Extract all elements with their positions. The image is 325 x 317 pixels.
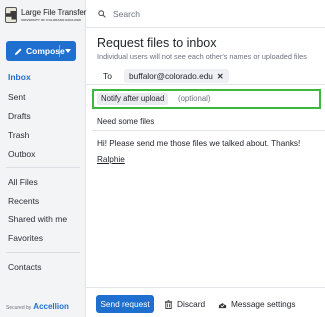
sidebar-divider [6, 167, 80, 168]
sidebar-item-trash[interactable]: Trash [0, 127, 86, 143]
search-input[interactable]: Search [113, 9, 140, 19]
recipient-email: buffalor@colorado.edu [129, 71, 213, 81]
sidebar-divider [6, 252, 80, 253]
search-icon [98, 10, 106, 18]
notify-after-upload-button[interactable]: Notify after upload [97, 93, 169, 105]
sidebar-item-contacts[interactable]: Contacts [0, 259, 86, 275]
cu-logo-icon [5, 7, 17, 23]
signature-text[interactable]: Ralphie [97, 155, 125, 164]
sidebar: Large File Transfer UNIVERSITY OF COLORA… [0, 0, 86, 317]
discard-label: Discard [177, 299, 206, 309]
message-settings-button[interactable]: Message settings [218, 295, 296, 313]
accellion-logo: Accellion [33, 302, 69, 311]
page-subtitle: Individual users will not see each other… [97, 52, 307, 61]
sidebar-item-favorites[interactable]: Favorites [0, 230, 86, 246]
settings-icon [218, 302, 227, 308]
brand-title: Large File Transfer [21, 8, 87, 17]
chevron-down-icon[interactable] [65, 49, 71, 53]
sidebar-item-recents[interactable]: Recents [0, 193, 86, 209]
subject-field[interactable]: Need some files [97, 117, 154, 126]
close-icon[interactable]: ✕ [217, 72, 224, 81]
discard-button[interactable]: Discard [164, 295, 205, 313]
footer-divider [86, 287, 325, 288]
compose-divider [59, 45, 60, 57]
compose-button[interactable]: Compose [6, 41, 76, 61]
sidebar-item-shared-with-me[interactable]: Shared with me [0, 211, 86, 227]
sidebar-item-drafts[interactable]: Drafts [0, 108, 86, 124]
brand-subtitle: UNIVERSITY OF COLORADO BOULDER [21, 18, 81, 22]
trash-icon [164, 299, 173, 309]
sidebar-item-outbox[interactable]: Outbox [0, 146, 86, 162]
sidebar-item-all-files[interactable]: All Files [0, 174, 86, 190]
sidebar-item-inbox[interactable]: Inbox [0, 69, 86, 85]
recipient-chip[interactable]: buffalor@colorado.edu ✕ [124, 69, 229, 83]
brand-logo-area[interactable]: Large File Transfer UNIVERSITY OF COLORA… [5, 6, 87, 24]
search-bar[interactable]: Search [86, 0, 325, 28]
to-field[interactable]: To buffalor@colorado.edu ✕ [86, 66, 325, 85]
secured-by-accellion: Secured by Accellion [6, 302, 69, 311]
sidebar-item-sent[interactable]: Sent [0, 89, 86, 105]
notify-after-upload-row: Notify after upload (optional) [92, 89, 321, 109]
send-request-button[interactable]: Send request [96, 295, 154, 313]
notify-email-input[interactable]: (optional) [178, 93, 211, 105]
page-title: Request files to inbox [97, 36, 217, 50]
message-settings-label: Message settings [231, 299, 296, 309]
to-label: To [103, 71, 112, 81]
message-body[interactable]: Hi! Please send me those files we talked… [97, 139, 300, 148]
subject-divider [92, 130, 325, 131]
secured-by-label: Secured by [6, 305, 32, 311]
pencil-icon [14, 47, 22, 55]
